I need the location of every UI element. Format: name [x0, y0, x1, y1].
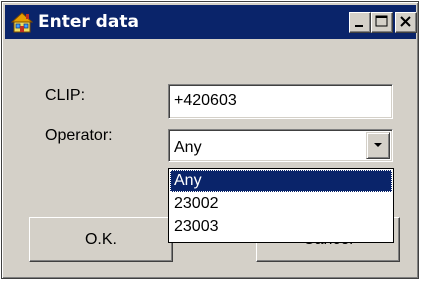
clip-label: CLIP:	[45, 87, 86, 104]
dropdown-option-23003[interactable]: 23003	[170, 216, 392, 238]
house-icon	[10, 12, 34, 33]
maximize-button[interactable]	[371, 12, 393, 33]
dropdown-arrow-button[interactable]	[366, 132, 390, 159]
title-bar[interactable]: Enter data	[5, 5, 417, 39]
maximize-icon	[375, 15, 388, 27]
minimize-icon	[355, 25, 363, 27]
operator-dropdown-list: Any 23002 23003	[168, 168, 394, 243]
window-title: Enter data	[38, 12, 139, 32]
operator-label: Operator:	[45, 127, 113, 144]
close-button[interactable]	[395, 12, 417, 33]
operator-selected-value: Any	[174, 139, 202, 156]
dropdown-option-23002[interactable]: 23002	[170, 193, 392, 215]
dialog-window: Enter data CLIP: +420603 Operator: Any O…	[1, 1, 419, 279]
chevron-down-icon	[374, 143, 382, 147]
operator-select[interactable]: Any	[168, 129, 393, 162]
close-icon	[400, 16, 411, 27]
ok-button[interactable]: O.K.	[29, 217, 173, 262]
clip-input[interactable]: +420603	[168, 84, 393, 119]
clip-value: +420603	[174, 92, 237, 109]
minimize-button[interactable]	[349, 12, 371, 33]
dropdown-option-any[interactable]: Any	[170, 170, 392, 192]
